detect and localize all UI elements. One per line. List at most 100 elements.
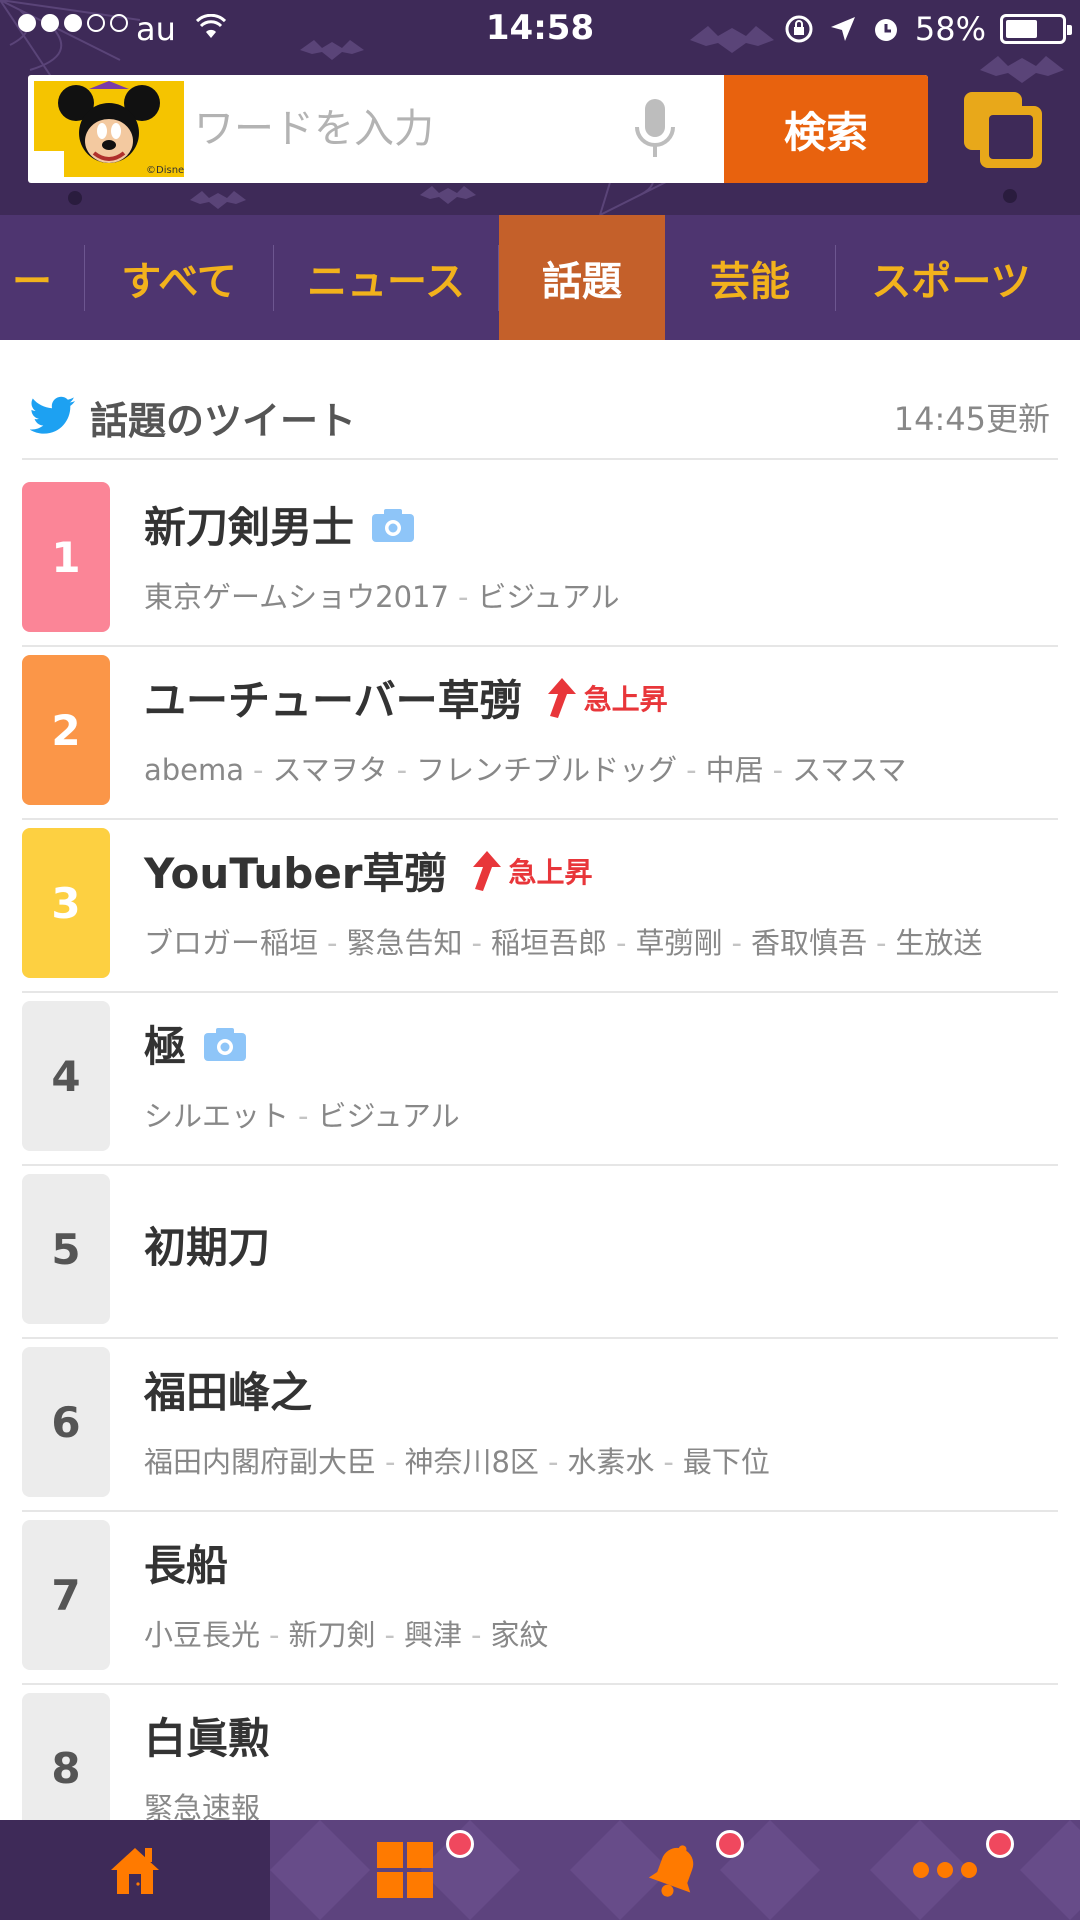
- nav-home[interactable]: [0, 1820, 270, 1920]
- rising-arrow-icon: [472, 850, 501, 891]
- keyword[interactable]: 家紋: [490, 1618, 548, 1652]
- browser-tabs-icon[interactable]: [960, 88, 1048, 172]
- last-updated: 14:45更新: [893, 400, 1050, 438]
- tab-previous[interactable]: ー: [0, 215, 84, 340]
- keyword[interactable]: 中居: [706, 753, 764, 787]
- topic-title: 福田峰之: [144, 1368, 313, 1417]
- tab-entertainment[interactable]: 芸能: [665, 215, 835, 340]
- tab-news[interactable]: ニュース: [274, 215, 498, 340]
- section-header: 話題のツイート 14:45更新: [22, 390, 1058, 460]
- keyword[interactable]: 緊急速報: [144, 1791, 260, 1820]
- keyword[interactable]: 水素水: [567, 1445, 654, 1479]
- search-button[interactable]: 検索: [724, 75, 928, 183]
- ranking-row[interactable]: 8 白眞勲 緊急速報: [22, 1685, 1058, 1820]
- category-tabs: ー すべて ニュース 話題 芸能 スポーツ: [0, 215, 1080, 340]
- keyword[interactable]: 福田内閣府副大臣: [144, 1445, 376, 1479]
- rising-label: 急上昇: [508, 855, 593, 889]
- rising-indicator: 急上昇: [465, 849, 593, 893]
- location-arrow-icon: [830, 17, 855, 41]
- keyword[interactable]: abema: [144, 753, 244, 787]
- keyword[interactable]: 香取慎吾: [751, 926, 867, 960]
- camera-icon: [204, 1027, 247, 1061]
- tab-all[interactable]: すべて: [85, 215, 273, 340]
- keyword[interactable]: 緊急告知: [346, 926, 462, 960]
- grid-icon: [377, 1842, 433, 1898]
- bell-icon: [648, 1845, 694, 1897]
- bottom-navigation: [0, 1820, 1080, 1920]
- search-bar: ©Disney 検索: [28, 75, 928, 183]
- keyword[interactable]: 最下位: [683, 1445, 770, 1479]
- status-bar: au 14:58 58%: [0, 0, 1080, 60]
- svg-text:©Disney: ©Disney: [146, 165, 184, 176]
- notification-badge: [446, 1830, 474, 1858]
- ranking-row[interactable]: 7 長船 小豆長光 - 新刀剣 - 興津 - 家紋: [22, 1512, 1058, 1685]
- rank-badge: 7: [22, 1520, 110, 1670]
- rank-badge: 1: [22, 482, 110, 632]
- related-keywords: 福田内閣府副大臣 - 神奈川8区 - 水素水 - 最下位: [144, 1445, 770, 1479]
- alarm-icon: [874, 19, 897, 41]
- keyword[interactable]: ビジュアル: [477, 580, 619, 614]
- keyword[interactable]: ブロガー稲垣: [144, 926, 318, 960]
- rank-badge: 5: [22, 1174, 110, 1324]
- rotation-lock-icon: [785, 15, 813, 43]
- related-keywords: 緊急速報: [144, 1785, 260, 1820]
- topic-title: 新刀剣男士: [144, 503, 355, 552]
- related-keywords: abema - スマヲタ - フレンチブルドッグ - 中居 - スマスマ: [144, 753, 907, 787]
- keyword[interactable]: フレンチブルドッグ: [416, 753, 677, 787]
- nav-services[interactable]: [270, 1820, 540, 1920]
- camera-icon: [372, 508, 415, 542]
- more-icon: [913, 1862, 977, 1878]
- microphone-icon[interactable]: [633, 97, 677, 161]
- keyword[interactable]: スマヲタ: [273, 753, 388, 787]
- topic-title: 白眞勲: [144, 1714, 271, 1763]
- main-content: 話題のツイート 14:45更新 1 新刀剣男士 東京ゲームショウ2017- ビジュ…: [0, 340, 1080, 1820]
- ranking-row[interactable]: 4 極 シルエット - ビジュアル: [22, 993, 1058, 1166]
- search-input[interactable]: [194, 75, 614, 183]
- ranking-row[interactable]: 1 新刀剣男士 東京ゲームショウ2017- ビジュアル: [22, 474, 1058, 647]
- ranking-row[interactable]: 5 初期刀: [22, 1166, 1058, 1339]
- tab-sports[interactable]: スポーツ: [836, 215, 1066, 340]
- nav-notifications[interactable]: [540, 1820, 810, 1920]
- related-keywords: ブロガー稲垣 - 緊急告知 - 稲垣吾郎 - 草彅剛 - 香取慎吾 - 生放送: [144, 926, 983, 960]
- notification-badge: [716, 1830, 744, 1858]
- ranking-row[interactable]: 2 ユーチューバー草彅 急上昇 abema - スマヲタ - フレンチブルドッグ - 中居 -…: [22, 647, 1058, 820]
- ranking-list: 1 新刀剣男士 東京ゲームショウ2017-ビジュアル 2 ユーチューバー草彅: [22, 474, 1058, 1820]
- avatar[interactable]: ©Disney: [34, 81, 184, 177]
- nav-more[interactable]: [810, 1820, 1080, 1920]
- keyword[interactable]: スマスマ: [792, 753, 906, 787]
- ranking-row[interactable]: 3 YouTuber草彅 急上昇 ブロガー稲垣 - 緊急告知 - 稲垣吾郎 - 草彅剛 - 香取…: [22, 820, 1058, 993]
- notification-badge: [986, 1830, 1014, 1858]
- topic-title: YouTuber草彅: [144, 849, 447, 898]
- battery-icon: [1000, 14, 1072, 44]
- twitter-bird-icon: [30, 396, 75, 434]
- topic-title: ユーチューバー草彅: [144, 676, 522, 725]
- related-keywords: 東京ゲームショウ2017- ビジュアル: [144, 580, 620, 614]
- keyword[interactable]: 東京ゲームショウ2017: [144, 580, 449, 614]
- keyword[interactable]: 稲垣吾郎: [491, 926, 607, 960]
- mickey-avatar-image: ©Disney: [34, 81, 184, 177]
- rising-label: 急上昇: [583, 682, 668, 716]
- section-title: 話題のツイート: [90, 399, 357, 443]
- battery-percent: 58%: [914, 10, 986, 48]
- keyword[interactable]: 神奈川8区: [404, 1445, 538, 1479]
- rank-badge: 3: [22, 828, 110, 978]
- rank-badge: 2: [22, 655, 110, 805]
- home-icon: [111, 1848, 159, 1894]
- keyword[interactable]: 小豆長光: [144, 1618, 260, 1652]
- app-header: au 14:58 58% ©Disne ワードを入力 検索 ー すべて ニュース…: [0, 0, 1080, 340]
- keyword[interactable]: 新刀剣: [288, 1618, 375, 1652]
- keyword[interactable]: 草彅剛: [635, 926, 722, 960]
- keyword[interactable]: 生放送: [895, 926, 982, 960]
- keyword[interactable]: シルエット: [144, 1099, 289, 1133]
- keyword[interactable]: ビジュアル: [317, 1099, 459, 1133]
- ranking-row[interactable]: 6 福田峰之 福田内閣府副大臣 - 神奈川8区 - 水素水 - 最下位: [22, 1339, 1058, 1512]
- rising-arrow-icon: [547, 677, 576, 718]
- keyword[interactable]: 興津: [404, 1618, 462, 1652]
- topic-title: 長船: [144, 1541, 229, 1590]
- tab-topics[interactable]: 話題: [499, 215, 665, 340]
- rising-indicator: 急上昇: [540, 676, 668, 720]
- topic-title: 初期刀: [144, 1223, 271, 1272]
- rank-badge: 8: [22, 1693, 110, 1820]
- related-keywords: 小豆長光 - 新刀剣 - 興津 - 家紋: [144, 1618, 549, 1652]
- topic-title: 極: [144, 1022, 187, 1071]
